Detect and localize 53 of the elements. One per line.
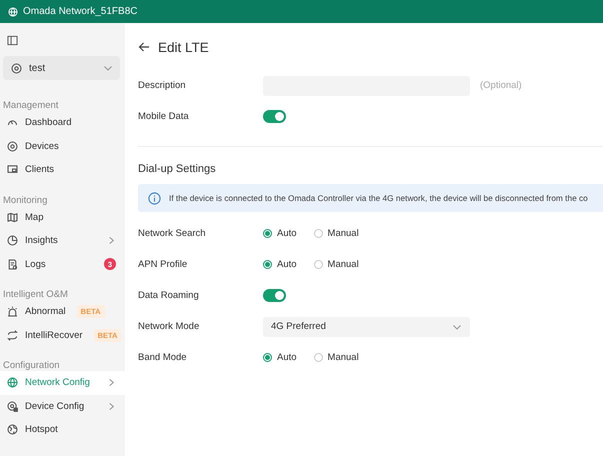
toggle-switch[interactable] xyxy=(263,289,286,302)
radio-label: Manual xyxy=(328,259,359,270)
back-arrow-icon[interactable] xyxy=(138,41,150,53)
radio-button[interactable] xyxy=(314,260,323,269)
radio-label: Auto xyxy=(277,228,297,239)
radio-label: Auto xyxy=(277,259,297,270)
section-heading: Management xyxy=(3,100,58,111)
target-icon xyxy=(6,140,19,153)
optional-hint: (Optional) xyxy=(480,80,522,91)
field-label: Description xyxy=(138,80,187,91)
network-title: Omada Network_51FB8C xyxy=(23,6,138,17)
radio-button[interactable] xyxy=(314,229,323,238)
network-mode-dropdown[interactable]: 4G Preferred xyxy=(263,316,470,336)
radio-label: Auto xyxy=(277,352,297,363)
toggle-switch[interactable] xyxy=(263,110,286,123)
field-label: Data Roaming xyxy=(138,290,200,301)
section-heading: Configuration xyxy=(3,360,60,371)
nav-item[interactable]: Device Config xyxy=(0,394,125,418)
chevron-down-icon xyxy=(103,63,113,73)
alarm-light-icon xyxy=(6,305,19,318)
section-heading: Monitoring xyxy=(3,194,48,206)
section-heading: Dial-up Settings xyxy=(138,163,216,175)
nav-item[interactable]: Insights xyxy=(0,229,125,252)
field-label: Mobile Data xyxy=(138,111,190,122)
nav-item[interactable]: Hotspot xyxy=(0,418,125,442)
radio-button[interactable] xyxy=(263,353,272,362)
pie-chart-icon xyxy=(6,234,19,248)
map-icon xyxy=(6,210,19,224)
site-selector[interactable]: test xyxy=(3,56,120,80)
field-label: APN Profile xyxy=(138,259,188,270)
globe-icon xyxy=(8,6,18,16)
globe-icon xyxy=(6,376,19,390)
radio-button[interactable] xyxy=(263,260,272,269)
radio-button[interactable] xyxy=(263,229,272,238)
nav-item[interactable]: Dashboard xyxy=(0,111,125,134)
globe-icon xyxy=(6,423,19,436)
page-title: Edit LTE xyxy=(158,40,209,54)
document-icon xyxy=(6,258,19,271)
nav-item[interactable]: Clients xyxy=(0,158,125,182)
nav-item[interactable]: Devices xyxy=(0,134,125,158)
section-heading: Intelligent O&M xyxy=(3,289,68,300)
cycle-arrows-icon xyxy=(6,328,19,342)
radio-label: Manual xyxy=(328,352,359,363)
radio-label: Manual xyxy=(328,228,359,239)
radio-button[interactable] xyxy=(314,353,323,362)
field-label: Band Mode xyxy=(138,352,188,363)
field-label: Network Mode xyxy=(138,321,200,332)
device-settings-icon xyxy=(6,400,19,413)
info-icon xyxy=(148,192,161,204)
sidebar-toggle-icon[interactable] xyxy=(7,35,18,46)
info-text: If the device is connected to the Omada Controller via the 4G network, the device will be disconnected from the co xyxy=(169,192,588,204)
field-label: Network Search xyxy=(138,228,207,239)
nav-item[interactable]: Map xyxy=(0,206,125,229)
